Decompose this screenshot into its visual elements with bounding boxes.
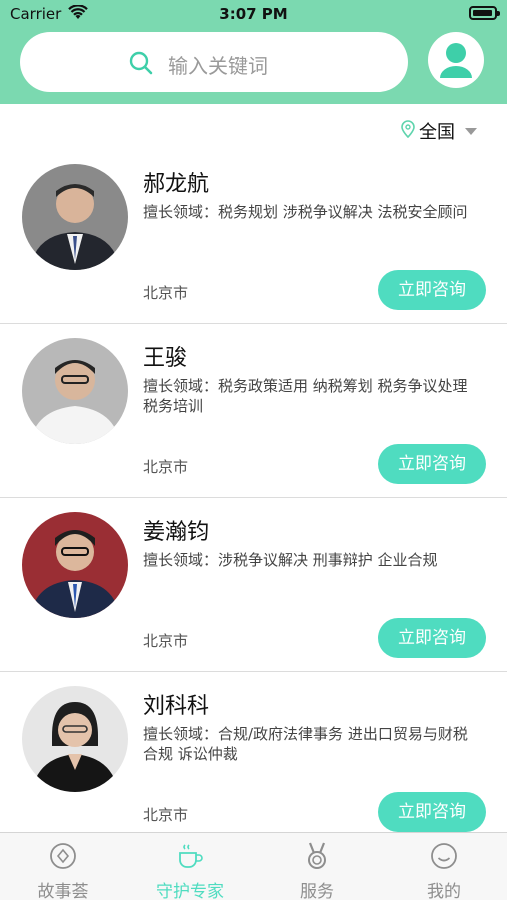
header-bar: Carrier 3:07 PM 输入关键词 — [0, 0, 507, 104]
battery-icon — [469, 6, 500, 20]
tab-mine[interactable]: 我的 — [381, 833, 507, 902]
expert-name: 郝龙航 — [143, 172, 210, 197]
consult-button[interactable]: 立即咨询 — [378, 618, 486, 658]
expert-city: 北京市 — [143, 284, 189, 302]
location-pin-icon — [401, 119, 415, 143]
tab-experts[interactable]: 守护专家 — [127, 833, 253, 902]
expert-fields: 擅长领域：税务政策适用 纳税筹划 税务争议处理 税务培训 — [143, 377, 468, 415]
expert-fields: 擅长领域：涉税争议解决 刑事辩护 企业合规 — [143, 551, 438, 569]
status-bar: Carrier 3:07 PM — [0, 0, 507, 30]
expert-avatar — [22, 512, 128, 618]
consult-button[interactable]: 立即咨询 — [378, 270, 486, 310]
expert-name: 王骏 — [143, 346, 188, 371]
expert-card[interactable]: 姜瀚钧 擅长领域：涉税争议解决 刑事辩护 企业合规 北京市 立即咨询 — [0, 498, 507, 672]
status-time: 3:07 PM — [219, 5, 288, 23]
tab-label: 故事荟 — [37, 882, 89, 902]
expert-city: 北京市 — [143, 458, 189, 476]
expert-avatar — [22, 686, 128, 792]
search-input[interactable]: 输入关键词 — [20, 32, 408, 92]
search-icon — [128, 50, 154, 80]
tab-label: 服务 — [300, 882, 334, 902]
consult-button[interactable]: 立即咨询 — [378, 792, 486, 832]
region-selector[interactable]: 全国 — [401, 118, 477, 144]
expert-card[interactable]: 刘科科 擅长领域：合规/政府法律事务 进出口贸易与财税合规 诉讼仲裁 北京市 立… — [0, 672, 507, 832]
tab-stories[interactable]: 故事荟 — [0, 833, 126, 902]
chevron-down-icon — [465, 127, 477, 135]
expert-city: 北京市 — [143, 806, 189, 824]
medal-icon — [302, 841, 332, 871]
expert-card[interactable]: 郝龙航 擅长领域：税务规划 涉税争议解决 法税安全顾问 北京市 立即咨询 — [0, 150, 507, 324]
tab-services[interactable]: 服务 — [254, 833, 380, 902]
expert-name: 姜瀚钧 — [143, 520, 210, 545]
expert-list: 郝龙航 擅长领域：税务规划 涉税争议解决 法税安全顾问 北京市 立即咨询 王骏 … — [0, 150, 507, 832]
coffee-cup-icon — [175, 841, 205, 871]
user-avatar-icon — [428, 43, 484, 92]
expert-fields: 擅长领域：税务规划 涉税争议解决 法税安全顾问 — [143, 203, 468, 221]
expert-card[interactable]: 王骏 擅长领域：税务政策适用 纳税筹划 税务争议处理 税务培训 北京市 立即咨询 — [0, 324, 507, 498]
expert-fields: 擅长领域：合规/政府法律事务 进出口贸易与财税合规 诉讼仲裁 — [143, 725, 468, 763]
search-placeholder: 输入关键词 — [168, 54, 268, 78]
expert-avatar — [22, 338, 128, 444]
tab-label: 守护专家 — [156, 882, 224, 902]
tab-label: 我的 — [427, 882, 461, 902]
expert-city: 北京市 — [143, 632, 189, 650]
profile-avatar-button[interactable] — [428, 32, 484, 88]
consult-button[interactable]: 立即咨询 — [378, 444, 486, 484]
compass-icon — [48, 841, 78, 871]
region-label: 全国 — [419, 122, 455, 143]
expert-avatar — [22, 164, 128, 270]
bottom-tab-bar: 故事荟 守护专家 服务 我的 — [0, 832, 507, 902]
smiley-icon — [429, 841, 459, 871]
expert-name: 刘科科 — [143, 694, 210, 719]
